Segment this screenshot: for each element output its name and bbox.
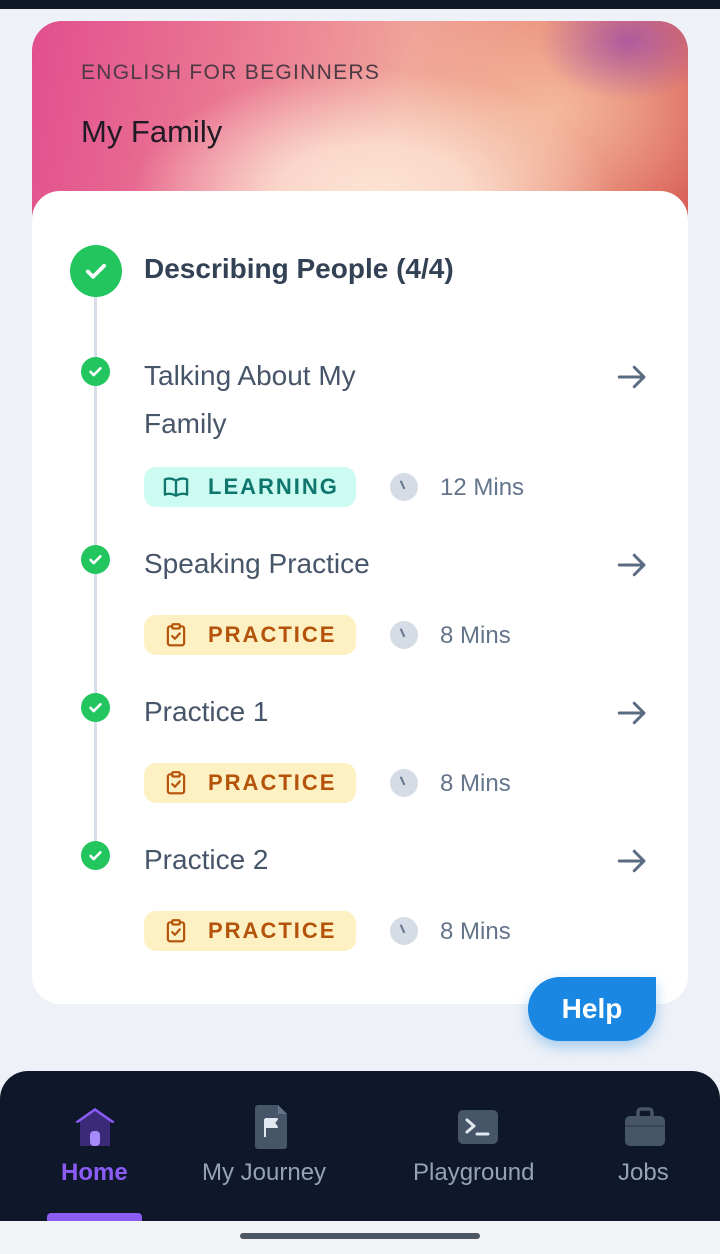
lesson-complete-check-icon xyxy=(81,357,110,386)
lesson-title[interactable]: Talking About My Family xyxy=(144,352,444,448)
clock-icon xyxy=(390,621,418,649)
lesson-complete-check-icon xyxy=(81,841,110,870)
terminal-icon xyxy=(454,1103,502,1151)
clock-icon xyxy=(390,473,418,501)
clipboard-check-icon xyxy=(162,917,190,945)
clock-icon xyxy=(390,769,418,797)
lesson-type-label: PRACTICE xyxy=(208,770,337,795)
lesson-complete-check-icon xyxy=(81,693,110,722)
gesture-handle[interactable] xyxy=(240,1233,480,1239)
course-title: My Family xyxy=(81,114,223,149)
lesson-title[interactable]: Speaking Practice xyxy=(144,540,444,588)
lesson-type-label: LEARNING xyxy=(208,474,339,499)
lesson-duration: 8 Mins xyxy=(440,770,511,797)
arrow-right-icon[interactable] xyxy=(612,841,652,881)
section-title: Describing People (4/4) xyxy=(144,253,454,284)
clipboard-check-icon xyxy=(162,769,190,797)
course-category: ENGLISH FOR BEGINNERS xyxy=(81,61,381,84)
nav-label-my-journey: My Journey xyxy=(202,1159,327,1186)
lesson-type-label: PRACTICE xyxy=(208,622,337,647)
lesson-complete-check-icon xyxy=(81,545,110,574)
arrow-right-icon[interactable] xyxy=(612,693,652,733)
nav-label-jobs: Jobs xyxy=(618,1159,669,1186)
lesson-type-tag: PRACTICE xyxy=(144,763,356,803)
status-bar xyxy=(0,0,720,9)
bottom-navigation: Home My Journey Playground Jobs xyxy=(0,1071,720,1221)
clock-icon xyxy=(390,917,418,945)
lesson-title[interactable]: Practice 2 xyxy=(144,836,444,884)
briefcase-icon xyxy=(621,1103,669,1151)
nav-label-playground: Playground xyxy=(413,1159,535,1186)
lesson-duration: 8 Mins xyxy=(440,918,511,945)
nav-item-jobs[interactable]: Jobs xyxy=(600,1071,700,1221)
clipboard-check-icon xyxy=(162,621,190,649)
help-button[interactable]: Help xyxy=(528,977,656,1041)
lesson-type-tag: PRACTICE xyxy=(144,911,356,951)
arrow-right-icon[interactable] xyxy=(612,545,652,585)
lesson-duration: 12 Mins xyxy=(440,474,525,501)
lesson-title[interactable]: Practice 1 xyxy=(144,688,444,736)
nav-item-home[interactable]: Home xyxy=(0,1071,190,1221)
lesson-type-tag: PRACTICE xyxy=(144,615,356,655)
book-open-icon xyxy=(162,473,190,501)
journey-flag-icon xyxy=(247,1103,295,1151)
lesson-type-tag: LEARNING xyxy=(144,467,356,507)
section-complete-check-icon xyxy=(70,245,122,297)
nav-label-home: Home xyxy=(61,1159,128,1186)
lesson-duration: 8 Mins xyxy=(440,622,511,649)
arrow-right-icon[interactable] xyxy=(612,357,652,397)
nav-item-my-journey[interactable]: My Journey xyxy=(190,1071,360,1221)
active-tab-indicator xyxy=(47,1213,142,1221)
lesson-type-label: PRACTICE xyxy=(208,918,337,943)
home-icon xyxy=(71,1103,119,1151)
nav-item-playground[interactable]: Playground xyxy=(400,1071,560,1221)
